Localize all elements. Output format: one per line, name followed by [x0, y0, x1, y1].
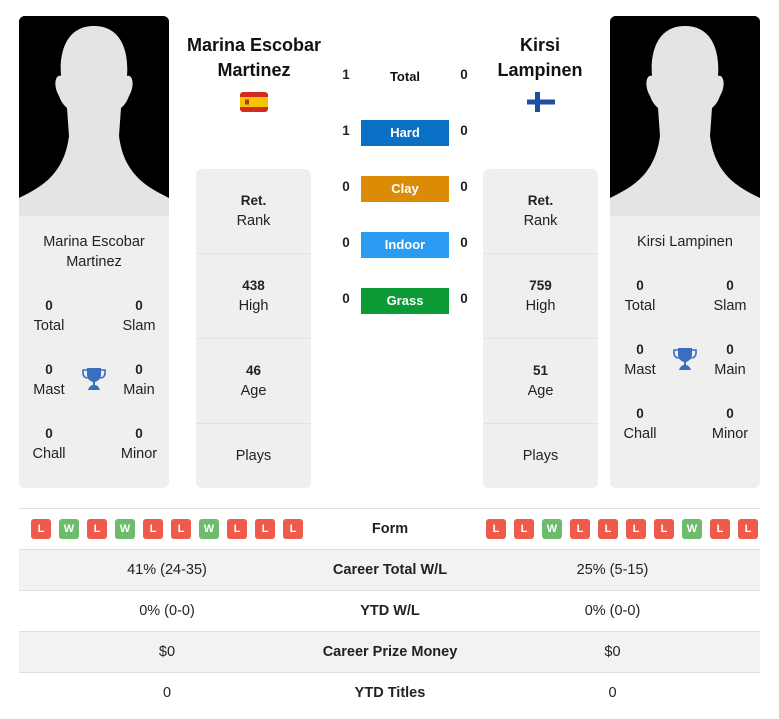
form-loss-badge[interactable]: L — [87, 519, 107, 539]
form-loss-badge[interactable]: L — [171, 519, 191, 539]
player2-age: 51 Age — [483, 339, 598, 424]
player2-stat-total: 0 Total — [624, 278, 656, 314]
stat-label: Form — [371, 521, 409, 537]
ytd-titles-row: 0 YTD Titles 0 — [19, 672, 760, 713]
surface-clay-badge[interactable]: Clay — [361, 176, 449, 202]
prize-money-row: $0 Career Prize Money $0 — [19, 631, 760, 672]
player1-value: $0 — [158, 644, 176, 660]
form-win-badge[interactable]: W — [682, 519, 702, 539]
player1-stat-main: 0 Main — [123, 362, 155, 398]
form-win-badge[interactable]: W — [115, 519, 135, 539]
h2h-grass-p2: 0 — [460, 291, 468, 306]
player2-name-heading[interactable]: Kirsi Lampinen — [470, 33, 610, 83]
player1-stat-total: 0 Total — [33, 298, 65, 334]
h2h-clay-p1: 0 — [342, 179, 350, 194]
player2-plays: Plays — [522, 448, 559, 464]
career-wl-row: 41% (24-35) Career Total W/L 25% (5-15) — [19, 549, 760, 590]
player1-stat-chall: 0 Chall — [32, 426, 66, 462]
form-loss-badge[interactable]: L — [255, 519, 275, 539]
player1-age: 46 Age — [196, 339, 311, 424]
player1-stat-slam: 0 Slam — [122, 298, 156, 334]
player2-value: $0 — [604, 644, 621, 660]
player1-high: 438 High — [196, 254, 311, 339]
player2-value: 0% (0-0) — [584, 603, 641, 619]
form-loss-badge[interactable]: L — [227, 519, 247, 539]
surface-hard-badge[interactable]: Hard — [361, 120, 449, 146]
player1-form: LWLWLLWLLL — [19, 519, 315, 539]
form-loss-badge[interactable]: L — [514, 519, 534, 539]
h2h-total-p1: 1 — [342, 67, 350, 82]
player2-form: LLWLLLLWLL — [465, 519, 760, 539]
h2h-hard-p1: 1 — [342, 123, 350, 138]
form-win-badge[interactable]: W — [542, 519, 562, 539]
player2-photo — [610, 16, 760, 216]
surface-indoor-badge[interactable]: Indoor — [361, 232, 449, 258]
player2-value: 25% (5-15) — [576, 562, 649, 578]
silhouette-icon — [19, 16, 169, 216]
player2-info-panel: Ret. Rank 759 High 51 Age Plays — [483, 169, 598, 488]
spain-flag-icon — [240, 92, 268, 112]
player1-plays: Plays — [235, 448, 272, 464]
stat-label: Career Prize Money — [322, 644, 458, 660]
player2-stat-chall: 0 Chall — [623, 406, 657, 442]
player1-photo — [19, 16, 169, 216]
surface-grass-badge[interactable]: Grass — [361, 288, 449, 314]
player2-rank: Ret. Rank — [483, 169, 598, 254]
player2-card-name: Kirsi Lampinen — [637, 234, 733, 250]
player1-value: 0 — [162, 685, 172, 701]
player2-value: 0 — [608, 685, 617, 701]
form-win-badge[interactable]: W — [199, 519, 219, 539]
stat-label: YTD W/L — [360, 603, 420, 619]
form-loss-badge[interactable]: L — [486, 519, 506, 539]
h2h-indoor-p1: 0 — [342, 235, 350, 250]
stat-label: YTD Titles — [354, 685, 426, 701]
form-loss-badge[interactable]: L — [143, 519, 163, 539]
player2-stat-mast: 0 Mast — [624, 342, 656, 378]
form-loss-badge[interactable]: L — [738, 519, 758, 539]
form-row: LWLWLLWLLL Form LLWLLLLWLL — [19, 508, 760, 549]
h2h-hard-p2: 0 — [460, 123, 468, 138]
player2-stat-slam: 0 Slam — [713, 278, 747, 314]
player1-info-panel: Ret. Rank 438 High 46 Age Plays — [196, 169, 311, 488]
form-loss-badge[interactable]: L — [626, 519, 646, 539]
finland-flag-icon — [527, 92, 555, 112]
form-loss-badge[interactable]: L — [710, 519, 730, 539]
stat-label: Career Total W/L — [332, 562, 448, 578]
silhouette-icon — [610, 16, 760, 216]
form-loss-badge[interactable]: L — [283, 519, 303, 539]
player1-stat-minor: 0 Minor — [120, 426, 158, 462]
player2-stat-main: 0 Main — [714, 342, 746, 378]
player1-value: 41% (24-35) — [127, 562, 207, 578]
player2-stat-minor: 0 Minor — [711, 406, 749, 442]
ytd-wl-row: 0% (0-0) YTD W/L 0% (0-0) — [19, 590, 760, 631]
h2h-indoor-p2: 0 — [460, 235, 468, 250]
form-loss-badge[interactable]: L — [654, 519, 674, 539]
player1-titles-card: Marina Escobar Martinez 0 Total 0 Slam 0… — [19, 216, 169, 488]
form-loss-badge[interactable]: L — [598, 519, 618, 539]
player1-card-name: Marina Escobar Martinez — [43, 234, 145, 270]
player1-stat-mast: 0 Mast — [33, 362, 65, 398]
player1-rank: Ret. Rank — [196, 169, 311, 254]
h2h-clay-p2: 0 — [460, 179, 468, 194]
form-loss-badge[interactable]: L — [570, 519, 590, 539]
player2-titles-card: Kirsi Lampinen 0 Total 0 Slam 0 Mast 0 M… — [610, 216, 760, 488]
form-win-badge[interactable]: W — [59, 519, 79, 539]
h2h-grass-p1: 0 — [342, 291, 350, 306]
h2h-total-label: Total — [389, 69, 421, 84]
player1-value: 0% (0-0) — [139, 603, 195, 619]
player1-name-heading[interactable]: Marina Escobar Martinez — [176, 33, 332, 83]
form-loss-badge[interactable]: L — [31, 519, 51, 539]
player2-high: 759 High — [483, 254, 598, 339]
